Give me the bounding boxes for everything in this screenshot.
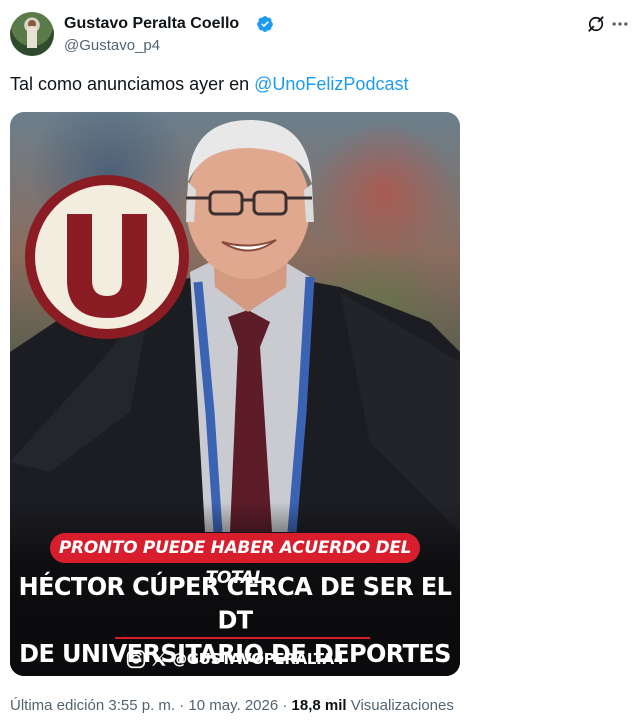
x-logo-icon xyxy=(152,652,166,666)
headline-line-1: HÉCTOR CÚPER CERCA DE SER EL DT xyxy=(18,571,452,635)
author-name[interactable]: Gustavo Peralta Coello xyxy=(64,14,239,34)
tweet-meta: Última edición 3:55 p. m. · 10 may. 2026… xyxy=(10,696,454,716)
image-credit: @GUSTAVOPERALTA4 xyxy=(10,647,460,671)
tweet-header: Gustavo Peralta Coello @Gustavo_p4 xyxy=(10,10,630,58)
views-count: 18,8 mil xyxy=(291,697,347,714)
mention-link[interactable]: @UnoFelizPodcast xyxy=(254,74,408,94)
edited-timestamp[interactable]: Última edición 3:55 p. m. · 10 may. 2026… xyxy=(10,697,292,714)
author-handle[interactable]: @Gustavo_p4 xyxy=(64,36,160,56)
views-label: Visualizaciones xyxy=(346,697,454,714)
universitario-logo-icon xyxy=(25,175,189,339)
grok-icon[interactable] xyxy=(586,14,606,34)
tweet-text: Tal como anunciamos ayer en @UnoFelizPod… xyxy=(10,72,408,96)
more-icon[interactable] xyxy=(610,14,630,34)
profile-avatar[interactable] xyxy=(10,12,54,56)
credit-handle: @GUSTAVOPERALTA4 xyxy=(172,650,344,668)
avatar-figure xyxy=(27,26,37,48)
instagram-icon xyxy=(126,649,146,669)
verified-badge-icon xyxy=(257,16,273,32)
image-banner: PRONTO PUEDE HABER ACUERDO DEL TOTAL xyxy=(50,533,420,588)
tweet-body: Tal como anunciamos ayer en xyxy=(10,74,255,94)
tweet-media-image[interactable]: PRONTO PUEDE HABER ACUERDO DEL TOTAL HÉC… xyxy=(10,112,460,676)
headline-underline xyxy=(115,637,370,639)
